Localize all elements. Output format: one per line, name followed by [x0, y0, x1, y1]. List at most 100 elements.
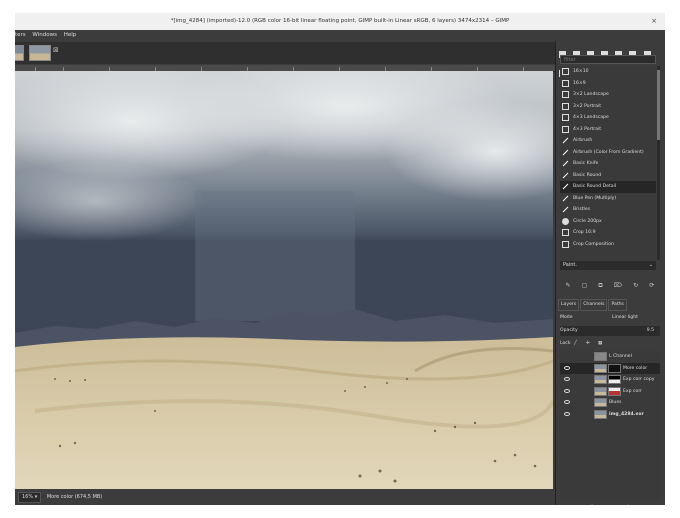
layer-name: Exp corr	[623, 388, 643, 394]
layer-row[interactable]: L Channel	[560, 351, 660, 363]
layer-name: Exp corr copy	[623, 377, 655, 382]
brush-preview-icon	[562, 137, 569, 144]
brush-item[interactable]: 4×3 Landscape	[560, 112, 656, 124]
zoom-select[interactable]: 16% ▾	[18, 492, 42, 503]
duplicate-layer-icon[interactable]: ⧉	[614, 503, 618, 505]
brush-item[interactable]: Basic Round	[560, 170, 656, 182]
lock-position-icon[interactable]: ✛	[586, 339, 590, 349]
brush-label: 16×9	[573, 80, 586, 86]
refresh-brushes-icon[interactable]: ↻	[633, 281, 638, 290]
mode-label: Mode	[560, 315, 573, 320]
layer-row-selected[interactable]: More color	[560, 362, 660, 374]
zoom-arrow-icon: ▾	[34, 494, 38, 500]
title-bar: *[img_4284] (imported)-12.0 (RGB color 1…	[15, 13, 665, 30]
layer-list[interactable]: L Channel More color Exp corr copy Exp c…	[560, 351, 660, 501]
brush-label: Basic Knife	[573, 161, 599, 166]
eye-icon[interactable]	[564, 365, 570, 370]
duplicate-brush-icon[interactable]: ⧉	[598, 281, 602, 290]
brush-preview-icon	[562, 172, 569, 178]
menu-bar: ters Windows Help	[15, 30, 555, 41]
brush-label: Blue Pen (Multiply)	[573, 195, 617, 201]
image-tab-1[interactable]	[15, 45, 24, 61]
tab-layers[interactable]: Layers	[558, 299, 580, 311]
gimp-window: *[img_4284] (imported)-12.0 (RGB color 1…	[15, 13, 665, 505]
layer-name: img_4284.exr	[609, 411, 644, 417]
desert-storm-photo	[15, 71, 553, 489]
delete-brush-icon[interactable]: ⌦	[614, 281, 622, 290]
brush-label: Basic Round Detail	[573, 184, 617, 189]
new-brush-icon[interactable]: ▢	[582, 281, 588, 290]
layer-row[interactable]: Exp corr copy	[560, 374, 660, 386]
brush-tag-select[interactable]: Paint. ⌄	[560, 261, 656, 270]
reload-icon[interactable]: ⟳	[649, 281, 654, 290]
new-layer-icon[interactable]: ▤	[577, 503, 583, 505]
anchor-layer-icon[interactable]: ⚓	[626, 503, 631, 505]
brush-tag-value: Paint.	[563, 262, 577, 268]
brush-preview-icon	[562, 114, 569, 121]
brush-item[interactable]: Circle 200px	[560, 216, 656, 228]
eye-icon[interactable]	[564, 388, 570, 393]
eye-icon[interactable]	[564, 377, 570, 381]
menu-filters[interactable]: ters	[15, 32, 26, 38]
brush-preview-icon	[562, 68, 569, 75]
brush-label: Basic Round	[573, 172, 602, 178]
layer-thumbnail	[594, 386, 607, 396]
lock-alpha-icon[interactable]: ▦	[598, 339, 602, 349]
menu-help[interactable]: Help	[64, 32, 77, 38]
new-layer-group-icon[interactable]: ▢	[564, 503, 570, 505]
brush-label: Crop Composition	[573, 241, 614, 247]
close-tab-icon[interactable]: ⊠	[53, 46, 59, 54]
layer-row[interactable]: Blues	[560, 397, 660, 409]
raise-layer-icon[interactable]: ⌃	[590, 503, 595, 505]
eye-icon[interactable]	[564, 400, 570, 404]
brush-item[interactable]: Airbrush	[560, 135, 656, 147]
dock-tabs: Layers Channels Paths	[558, 299, 662, 311]
brush-filter-input[interactable]: filter	[560, 55, 656, 64]
brush-item[interactable]: 16×10	[560, 66, 656, 78]
lock-paint-icon[interactable]: ╱	[574, 339, 577, 349]
add-mask-icon[interactable]: ◪	[638, 503, 644, 505]
brush-label: Crop 16:9	[573, 230, 596, 235]
delete-layer-icon[interactable]: ⊠	[651, 503, 656, 505]
menu-windows[interactable]: Windows	[32, 32, 57, 38]
eye-icon[interactable]	[564, 411, 570, 416]
brush-preview-icon	[562, 195, 569, 201]
window-title: *[img_4284] (imported)-12.0 (RGB color 1…	[170, 18, 510, 24]
close-icon[interactable]: ×	[651, 13, 657, 30]
brush-item[interactable]: 3×2 Landscape	[560, 89, 656, 101]
brush-item[interactable]: Crop Composition	[560, 239, 656, 251]
brush-item[interactable]: Bristles	[560, 204, 656, 216]
mode-select[interactable]: Linear light	[612, 313, 638, 323]
brush-item[interactable]: 16×9	[560, 78, 656, 90]
layer-mask-thumbnail	[608, 375, 621, 384]
status-text: More color (674,5 MB)	[46, 494, 103, 500]
brush-item-selected[interactable]: Basic Round Detail	[560, 181, 656, 193]
scrollbar-thumb[interactable]	[657, 70, 660, 140]
brush-list[interactable]: 16×10 16×9 3×2 Landscape 3×2 Portrait 4×…	[560, 66, 656, 260]
layer-name: L Channel	[609, 354, 632, 359]
brush-label: 4×3 Landscape	[573, 115, 609, 120]
brush-item[interactable]: Basic Knife	[560, 158, 656, 170]
brush-label: Airbrush	[573, 138, 593, 143]
tab-channels[interactable]: Channels	[580, 299, 608, 311]
brush-label: 16×10	[573, 69, 589, 74]
opacity-row[interactable]: Opacity 9.5	[560, 326, 660, 336]
edit-brush-icon[interactable]: ✎	[566, 281, 571, 290]
brush-item[interactable]: 3×2 Portrait	[560, 101, 656, 113]
layer-thumbnail	[594, 375, 607, 384]
layer-row[interactable]: img_4284.exr	[560, 409, 660, 421]
layer-buttons: ▢ ▤ ⌃ ⌄ ⧉ ⚓ ◪ ⊠	[560, 503, 660, 505]
opacity-label: Opacity	[560, 328, 578, 333]
layer-row[interactable]: Exp corr	[560, 386, 660, 398]
brush-item[interactable]: 4×3 Portrait	[560, 124, 656, 136]
brush-list-scrollbar[interactable]	[657, 66, 660, 260]
brush-item[interactable]: Crop 16:9	[560, 227, 656, 239]
brush-preview-icon	[562, 240, 569, 248]
brush-item[interactable]: Blue Pen (Multiply)	[560, 193, 656, 205]
layer-thumbnail	[594, 352, 607, 361]
tab-paths[interactable]: Paths	[608, 299, 627, 311]
brush-item[interactable]: Airbrush (Color From Gradient)	[560, 147, 656, 159]
image-tab-2[interactable]	[29, 45, 51, 61]
lower-layer-icon[interactable]: ⌄	[602, 503, 607, 505]
image-canvas[interactable]	[15, 71, 553, 489]
